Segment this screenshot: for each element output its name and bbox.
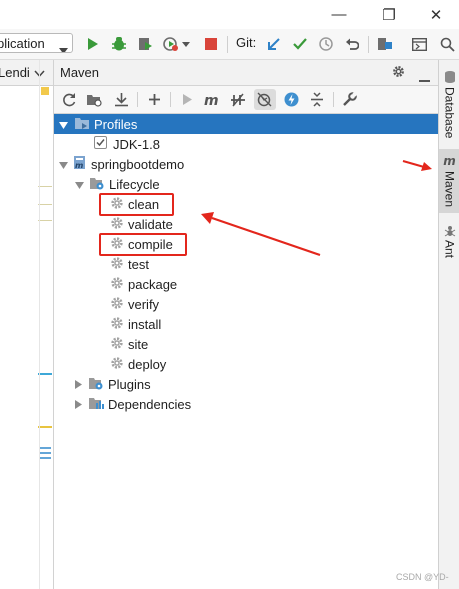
right-tool-stripe: Database m Maven Ant bbox=[438, 60, 459, 589]
tab-maven-label: Maven bbox=[442, 171, 457, 208]
annotation-arrows bbox=[201, 160, 432, 257]
watermark-text: CSDN @YD- bbox=[396, 572, 449, 582]
tab-maven[interactable]: m Maven bbox=[439, 149, 459, 213]
database-icon bbox=[444, 70, 455, 83]
ant-icon bbox=[444, 226, 455, 237]
annotation-arrow-tree bbox=[211, 216, 321, 257]
maven-m-icon: m bbox=[443, 154, 456, 169]
tab-database[interactable]: Database bbox=[439, 64, 459, 144]
tab-ant-label: Ant bbox=[442, 240, 457, 259]
annotation-arrowhead bbox=[421, 162, 432, 171]
annotation-arrow-stripe bbox=[402, 160, 425, 168]
tab-ant[interactable]: Ant bbox=[439, 220, 459, 264]
tab-database-label: Database bbox=[442, 86, 457, 139]
